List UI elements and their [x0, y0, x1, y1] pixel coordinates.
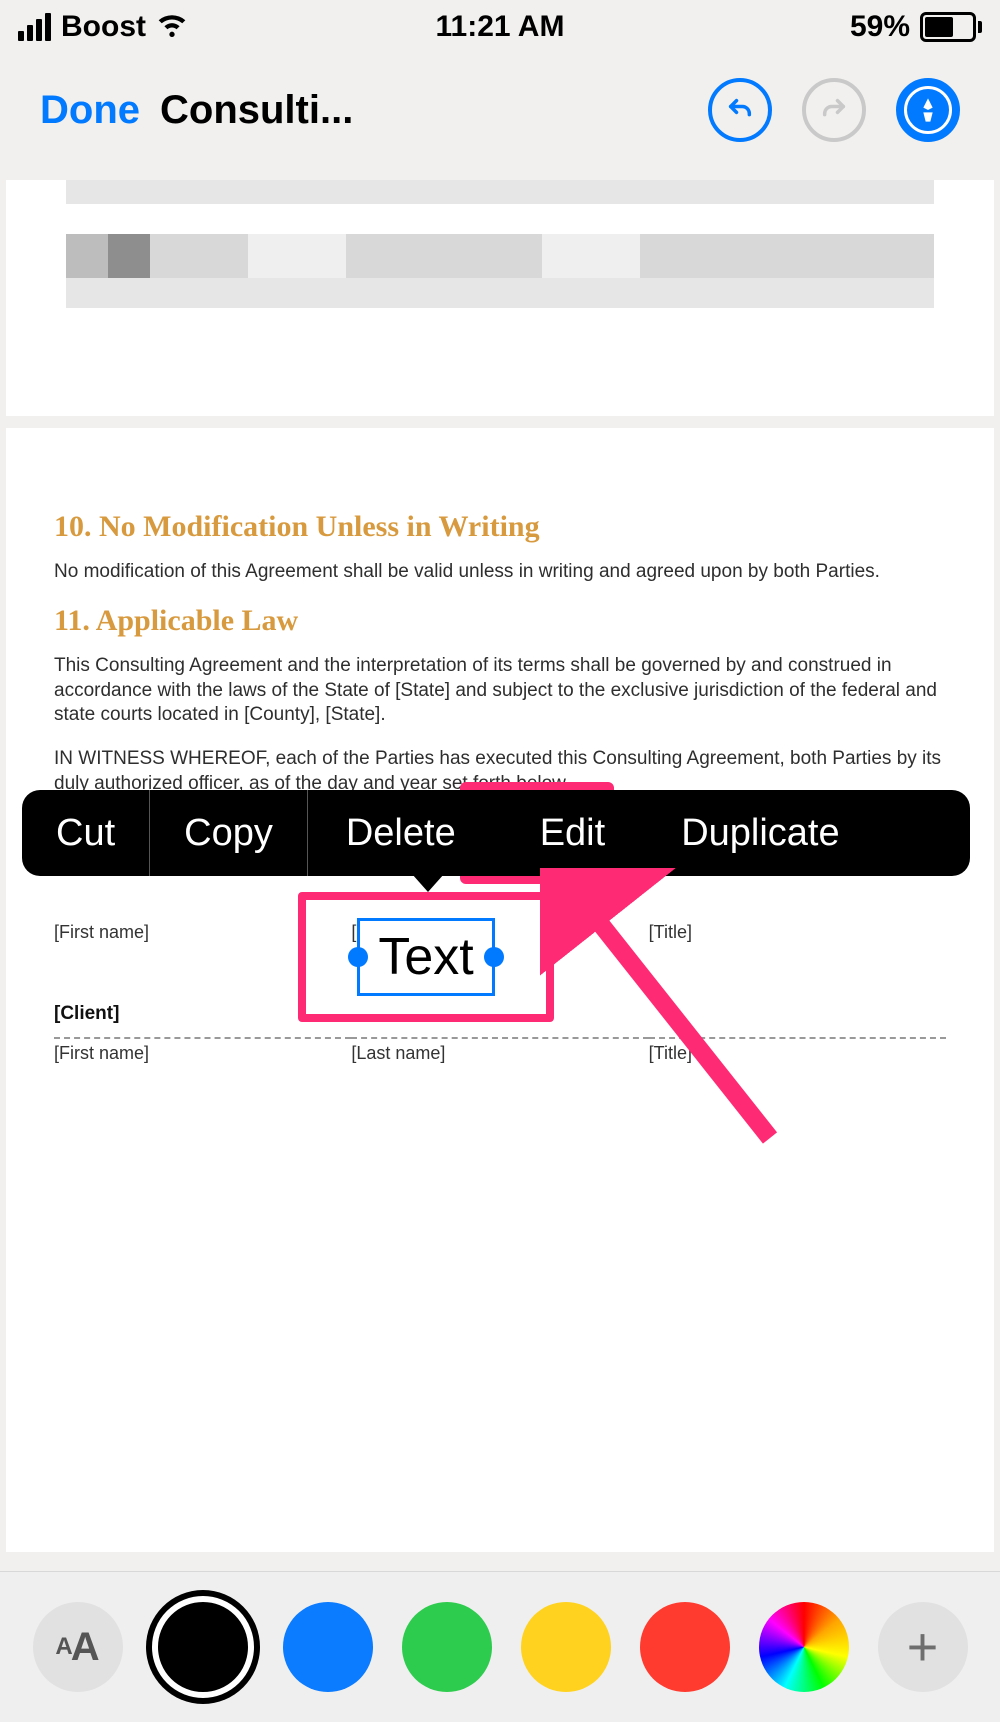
context-copy[interactable]: Copy: [150, 790, 307, 876]
markup-pen-icon: [904, 86, 952, 134]
document-title: Consulti...: [160, 88, 353, 133]
section-body-11: This Consulting Agreement and the interp…: [54, 654, 946, 727]
nav-bar: Done Consulti...: [0, 70, 1000, 150]
sig-title-2: [Title]: [649, 1043, 946, 1064]
markup-button[interactable]: [896, 78, 960, 142]
context-duplicate[interactable]: Duplicate: [651, 790, 869, 876]
color-yellow[interactable]: [521, 1602, 611, 1692]
section-heading-10: 10. No Modification Unless in Writing: [54, 510, 946, 544]
color-red[interactable]: [640, 1602, 730, 1692]
battery-icon: [920, 12, 982, 42]
sig-last-2: [Last name]: [351, 1043, 648, 1064]
resize-handle-right[interactable]: [484, 947, 504, 967]
text-large-a: A: [71, 1625, 100, 1670]
markup-palette: AA +: [0, 1571, 1000, 1722]
status-time: 11:21 AM: [0, 10, 1000, 44]
text-annotation-value: Text: [378, 928, 473, 986]
text-style-button[interactable]: AA: [33, 1602, 123, 1692]
context-menu: Cut Copy Delete Edit Duplicate: [22, 790, 970, 876]
redo-button: [802, 78, 866, 142]
color-blue[interactable]: [283, 1602, 373, 1692]
status-bar: Boost 11:21 AM 59%: [0, 0, 1000, 54]
context-cut[interactable]: Cut: [22, 790, 149, 876]
color-black[interactable]: [152, 1596, 254, 1698]
context-delete[interactable]: Delete: [308, 790, 494, 876]
color-picker-button[interactable]: [759, 1602, 849, 1692]
add-annotation-button[interactable]: +: [878, 1602, 968, 1692]
sig-title-1: [Title]: [649, 922, 946, 943]
plus-icon: +: [907, 1616, 939, 1678]
section-heading-11: 11. Applicable Law: [54, 604, 946, 638]
context-edit[interactable]: Edit: [494, 790, 651, 876]
annotation-highlight-textbox: Text: [298, 892, 554, 1022]
resize-handle-left[interactable]: [348, 947, 368, 967]
color-green[interactable]: [402, 1602, 492, 1692]
context-menu-arrow-icon: [412, 874, 444, 892]
document-page-prev: [6, 180, 994, 416]
text-annotation-box[interactable]: Text: [357, 918, 494, 996]
sig-first-2: [First name]: [54, 1043, 351, 1064]
witness-clause: IN WITNESS WHEREOF, each of the Parties …: [54, 747, 946, 796]
done-button[interactable]: Done: [40, 88, 140, 133]
section-body-10: No modification of this Agreement shall …: [54, 560, 946, 584]
undo-button[interactable]: [708, 78, 772, 142]
